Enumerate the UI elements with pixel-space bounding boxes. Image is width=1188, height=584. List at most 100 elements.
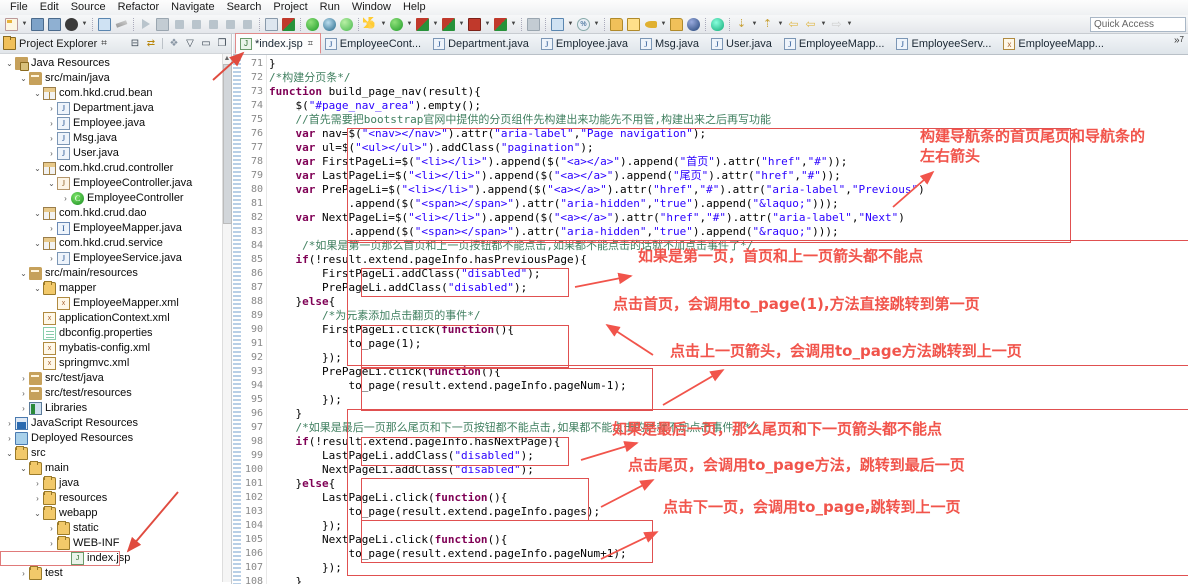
new-project-icon[interactable] [525,16,542,33]
project-tree[interactable]: ⌄ Java Resources ⌄ src/main/java ⌄ com.hkd.cr… [0,54,231,582]
tree-item-dbconfig-properties[interactable]: dbconfig.properties [0,326,231,341]
pin-icon[interactable]: ⇨ [828,16,845,33]
more-tabs-chevron-icon[interactable]: » 7 [1174,34,1184,54]
menu-item-help[interactable]: Help [397,0,432,15]
tree-item-index-jsp-selected[interactable]: Jindex.jsp [0,551,130,566]
tree-item-main[interactable]: ⌄ main [0,461,231,476]
tree-item-user-java[interactable]: › J User.java [0,146,231,161]
chevron-right-icon[interactable]: › [32,491,43,506]
debug-dropdown-icon[interactable]: ▼ [379,16,388,33]
chevron-right-icon[interactable]: › [18,401,29,416]
chevron-down-icon[interactable]: ⌄ [4,446,15,461]
tomcat-server-icon[interactable] [321,16,338,33]
tree-item-employeemapper-java[interactable]: › I EmployeeMapper.java [0,221,231,236]
chevron-right-icon[interactable]: › [32,476,43,491]
chevron-right-icon[interactable]: › [60,191,71,206]
new-java-class-icon[interactable] [96,16,113,33]
tree-item-java[interactable]: › java [0,476,231,491]
editor-tab-employeeserv[interactable]: J EmployeeServ... [892,34,999,54]
globe-icon[interactable] [685,16,702,33]
open-type-dropdown-icon[interactable]: ▼ [592,16,601,33]
collapse-all-icon[interactable]: ⊟ [128,37,142,51]
toggle-breakpoint-icon[interactable] [263,16,280,33]
menu-item-navigate[interactable]: Navigate [165,0,220,15]
print-dropdown-icon[interactable]: ▼ [80,16,89,33]
maximize-icon[interactable]: ❐ [215,37,229,51]
stop-red-icon[interactable] [466,16,483,33]
tree-item-src-main-resources[interactable]: ⌄ src/main/resources [0,266,231,281]
save-icon[interactable] [29,16,46,33]
web-browser-icon[interactable] [668,16,685,33]
menu-item-source[interactable]: Source [65,0,112,15]
quick-access-input[interactable]: Quick Access [1090,17,1186,32]
chevron-right-icon[interactable]: › [46,116,57,131]
open-type-icon[interactable]: % [575,16,592,33]
chevron-down-icon[interactable]: ⌄ [18,461,29,476]
chevron-down-icon[interactable]: ⌄ [32,506,43,521]
chevron-right-icon[interactable]: › [4,416,15,431]
annotation-dropdown-icon[interactable]: ▼ [659,16,668,33]
chevron-right-icon[interactable]: › [46,251,57,266]
refresh-icon[interactable] [338,16,355,33]
close-icon[interactable]: ⌗ [101,38,107,49]
editor-tab-employeemapp[interactable]: J EmployeeMapp... [780,34,893,54]
menu-item-window[interactable]: Window [346,0,397,15]
tree-item-libraries[interactable]: › Libraries [0,401,231,416]
external-tools-dropdown-icon[interactable]: ▼ [509,16,518,33]
chevron-down-icon[interactable]: ⌄ [32,161,43,176]
next-annotation-dropdown-icon[interactable]: ▼ [750,16,759,33]
tree-item-employeecontroller[interactable]: › C EmployeeController [0,191,231,206]
print-icon[interactable] [63,16,80,33]
explorer-scrollbar[interactable]: ▲ [222,54,232,582]
chevron-down-icon[interactable]: ⌄ [32,86,43,101]
external-tools-icon[interactable] [492,16,509,33]
tree-item-com-hkd-crud-dao[interactable]: ⌄ com.hkd.crud.dao [0,206,231,221]
tree-item-mapper[interactable]: ⌄ mapper [0,281,231,296]
tree-item-src-main-java[interactable]: ⌄ src/main/java [0,71,231,86]
stop-dropdown-icon[interactable]: ▼ [483,16,492,33]
new-wizard-dropdown-icon[interactable]: ▼ [20,16,29,33]
link-icon[interactable] [113,16,130,33]
step-over-icon[interactable] [205,16,222,33]
tree-item-static[interactable]: › static [0,521,231,536]
editor-tab-msg-java[interactable]: J Msg.java [636,34,707,54]
scroll-up-icon[interactable]: ▲ [223,54,231,63]
skip-breakpoints-icon[interactable] [280,16,297,33]
tree-item-msg-java[interactable]: › J Msg.java [0,131,231,146]
tree-item-src[interactable]: ⌄ src [0,446,231,461]
chevron-down-icon[interactable]: ⌄ [18,71,29,86]
tree-item-web-inf[interactable]: › WEB-INF [0,536,231,551]
pin-dropdown-icon[interactable]: ▼ [845,16,854,33]
chevron-down-icon[interactable]: ⌄ [4,56,15,71]
coverage-dropdown-icon[interactable]: ▼ [431,16,440,33]
tree-item-employee-java[interactable]: › J Employee.java [0,116,231,131]
stop-icon[interactable] [171,16,188,33]
search-dropdown-icon[interactable]: ▼ [566,16,575,33]
menu-item-refactor[interactable]: Refactor [112,0,166,15]
chevron-right-icon[interactable]: › [46,221,57,236]
validate-icon[interactable] [304,16,321,33]
chevron-right-icon[interactable]: › [18,371,29,386]
chevron-right-icon[interactable]: › [46,521,57,536]
tree-item-com-hkd-crud-service[interactable]: ⌄ com.hkd.crud.service [0,236,231,251]
coverage-icon[interactable] [414,16,431,33]
editor-tab-index-jsp[interactable]: J *index.jsp ⌗ [235,33,321,54]
tree-item-employeemapper-xml[interactable]: x EmployeeMapper.xml [0,296,231,311]
tree-item-department-java[interactable]: › J Department.java [0,101,231,116]
tree-item-src-test-java[interactable]: › src/test/java [0,371,231,386]
tree-item-resources[interactable]: › resources [0,491,231,506]
profile-icon[interactable] [440,16,457,33]
editor-tab-user-java[interactable]: J User.java [707,34,780,54]
menu-item-search[interactable]: Search [221,0,268,15]
editor-tab-employeecont[interactable]: J EmployeeCont... [321,34,429,54]
tree-item-employeeservice-java[interactable]: › J EmployeeService.java [0,251,231,266]
forward-icon[interactable]: ⇦ [802,16,819,33]
view-menu-filter-icon[interactable]: ❖ [167,37,181,51]
profile-dropdown-icon[interactable]: ▼ [457,16,466,33]
chevron-right-icon[interactable]: › [18,386,29,401]
menu-item-project[interactable]: Project [267,0,313,15]
chevron-right-icon[interactable]: › [46,131,57,146]
minimize-icon[interactable]: ▭ [199,37,213,51]
chevron-right-icon[interactable]: › [46,101,57,116]
chevron-down-icon[interactable]: ⌄ [32,281,43,296]
